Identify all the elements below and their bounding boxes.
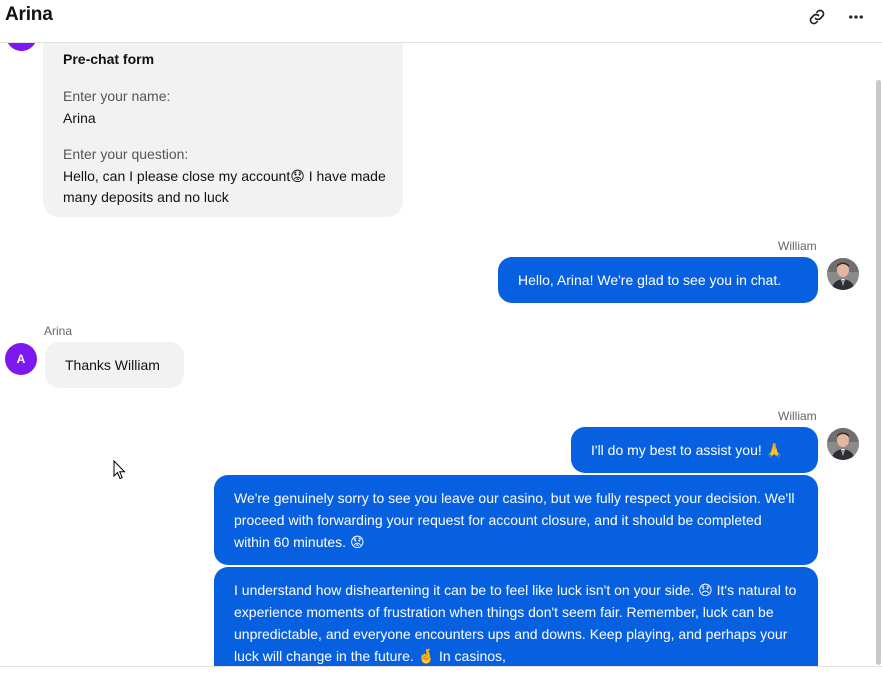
name-value: Arina [63,110,96,126]
question-value: Hello, can I please close my account😟 I … [63,168,386,205]
operator-avatar [827,258,859,290]
operator-message: I understand how disheartening it can be… [214,567,818,666]
scrollbar[interactable] [876,80,881,665]
message-text: We're genuinely sorry to see you leave o… [234,490,795,550]
footer [0,667,882,684]
chat-header: Arina [0,0,882,43]
operator-avatar [827,428,859,460]
message-text: I understand how disheartening it can be… [234,582,797,664]
mouse-cursor-icon [113,459,127,485]
message-text: Thanks William [65,357,160,373]
visitor-message: Thanks William [45,342,184,388]
link-icon[interactable] [805,5,829,29]
visitor-avatar: A [5,343,37,375]
message-author: William [778,239,817,253]
more-horizontal-icon[interactable] [844,5,868,29]
chat-title: Arina [5,4,53,25]
chat-transcript[interactable]: Pre-chat form Enter your name: Arina Ent… [0,43,882,666]
operator-message: We're genuinely sorry to see you leave o… [214,475,818,565]
message-author: William [778,409,817,423]
question-label: Enter your question: [63,146,189,162]
visitor-avatar [6,43,37,51]
message-author: Arina [44,324,73,338]
name-label: Enter your name: [63,88,171,104]
message-text: I'll do my best to assist you! 🙏 [591,442,784,458]
operator-message: I'll do my best to assist you! 🙏 [571,427,818,473]
message-text: Hello, Arina! We're glad to see you in c… [518,272,782,288]
prechat-form-title: Pre-chat form [63,51,155,67]
avatar-initial: A [16,352,26,366]
prechat-form-card: Pre-chat form Enter your name: Arina Ent… [43,43,403,217]
operator-message: Hello, Arina! We're glad to see you in c… [498,257,818,303]
